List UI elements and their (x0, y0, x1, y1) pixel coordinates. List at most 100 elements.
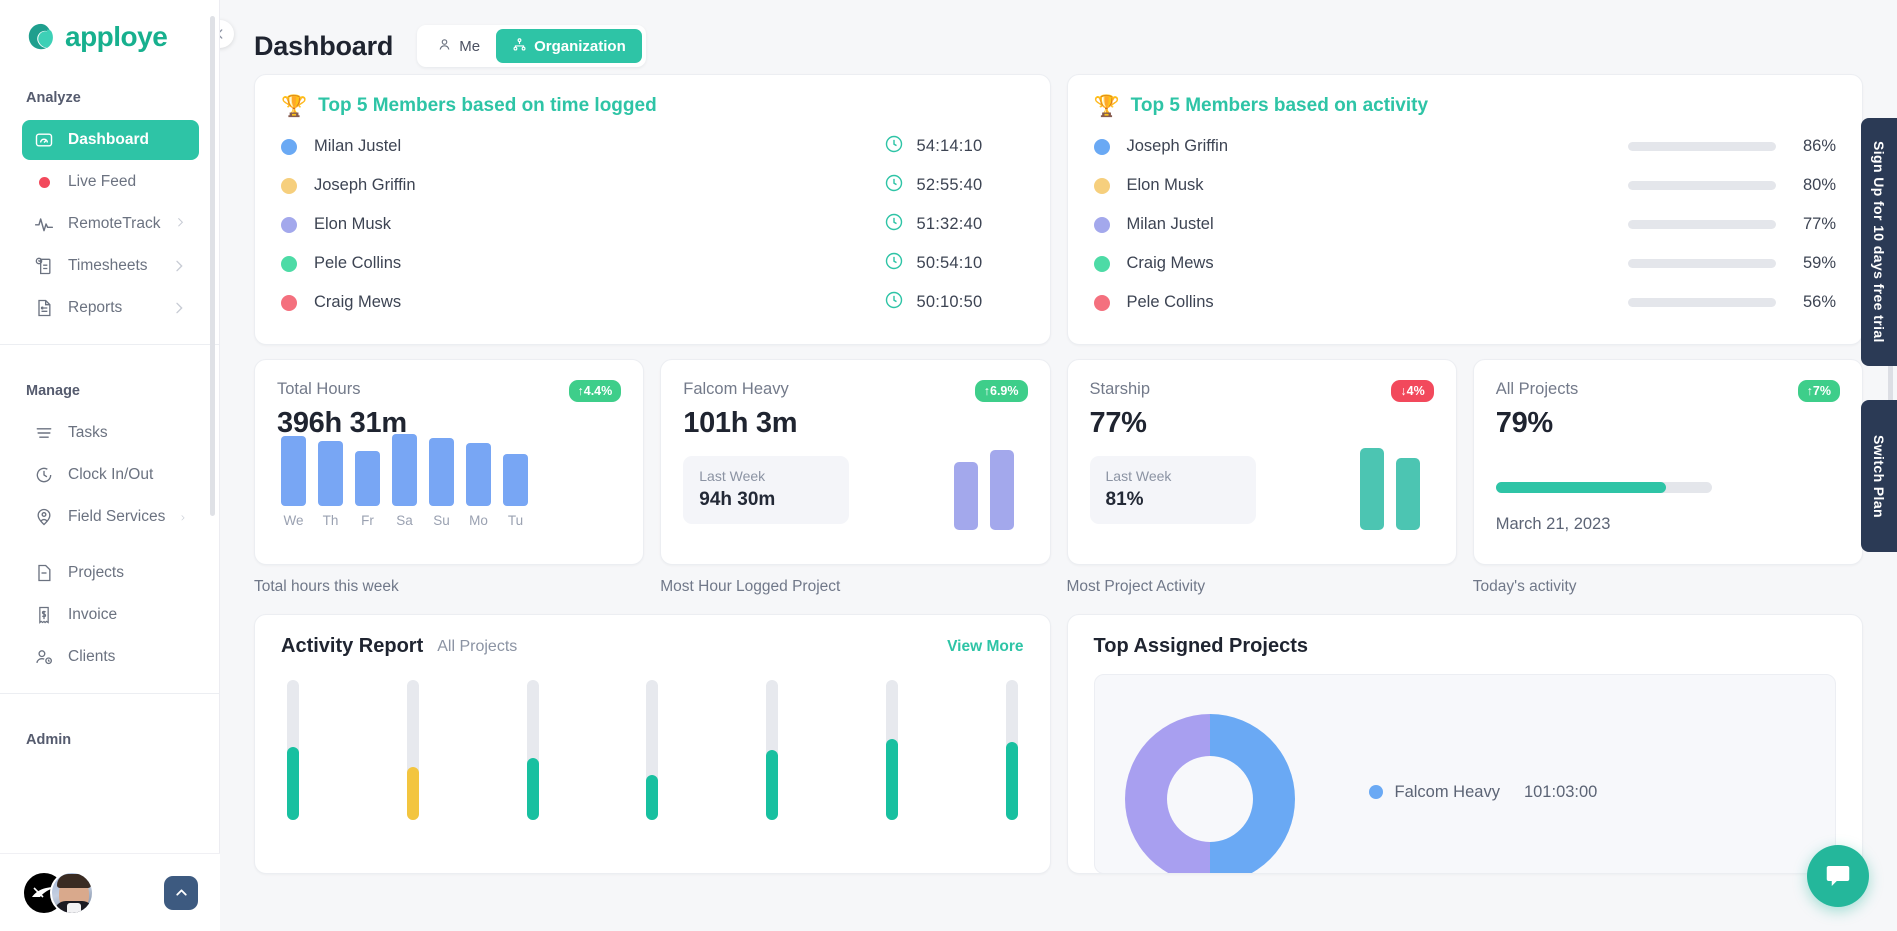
member-time-value: 54:14:10 (916, 137, 983, 155)
report-doc-icon (34, 298, 54, 318)
clients-person-icon (34, 647, 54, 667)
sidebar-item-reports[interactable]: Reports (22, 288, 199, 328)
activity-bar: 77% (1628, 215, 1836, 234)
activity-percent: 77% (1802, 215, 1836, 233)
list-item[interactable]: Elon Musk 51:32:40 (281, 205, 1024, 244)
card-header: All Projects ↑7% (1496, 380, 1840, 402)
legend-item: Falcom Heavy 101:03:00 (1368, 782, 1598, 802)
sidebar-item-clock-in-out[interactable]: Clock In/Out (22, 455, 199, 495)
sidebar-item-label: Live Feed (68, 173, 137, 190)
list-item[interactable]: Craig Mews 50:10:50 (281, 283, 1024, 322)
sidebar-item-live-feed[interactable]: Live Feed (22, 162, 199, 202)
brand-logo[interactable]: apploye (0, 0, 219, 52)
status-badge: ↑4.4% (568, 380, 622, 402)
donut-chart-container: Falcom Heavy 101:03:00 (1093, 674, 1836, 873)
free-trial-tab[interactable]: Sign Up for 10 days free trial (1861, 118, 1897, 366)
list-item[interactable]: Craig Mews 59% (1093, 244, 1836, 283)
list-item[interactable]: Elon Musk 80% (1093, 166, 1836, 205)
pulse-icon (34, 214, 54, 234)
sidebar-item-projects[interactable]: Projects (22, 553, 199, 593)
member-name: Milan Justel (1126, 215, 1214, 233)
tab-me[interactable]: Me (421, 29, 496, 63)
member-name: Joseph Griffin (1126, 137, 1229, 155)
card-header: Total Hours ↑4.4% (277, 380, 622, 402)
donut-hole (1166, 756, 1253, 842)
activity-percent: 59% (1802, 254, 1836, 272)
last-week-label: Last Week (1105, 468, 1172, 484)
caption-falcom-heavy: Most Hour Logged Project (660, 578, 841, 595)
card-header: Starship ↓4% (1090, 380, 1434, 402)
tasks-lines-icon (34, 423, 54, 443)
card-subtitle: All Projects (437, 637, 518, 655)
list-item[interactable]: Milan Justel 54:14:10 (281, 127, 1024, 166)
last-week-box: Last Week 81% (1089, 456, 1256, 524)
bar-column: Mo (466, 443, 491, 528)
apploye-logo-icon (26, 22, 56, 52)
bar-label: Tu (507, 513, 524, 528)
chat-support-button[interactable] (1807, 845, 1869, 907)
avatar-group[interactable] (22, 870, 94, 915)
stat-label: Falcom Heavy (683, 380, 789, 398)
tab-organization[interactable]: Organization (496, 29, 642, 63)
member-time-value: 50:10:50 (916, 293, 983, 311)
elon-musk-avatar[interactable] (50, 870, 94, 915)
bar-this-week (989, 450, 1014, 530)
sidebar-item-invoice[interactable]: Invoice (22, 595, 199, 635)
status-badge: ↑7% (1797, 380, 1840, 402)
stat-label: All Projects (1495, 380, 1579, 398)
projects-doc-icon (34, 563, 54, 583)
member-time: 50:10:50 (884, 290, 1024, 315)
member-name: Pele Collins (314, 254, 402, 272)
chevron-right-icon (174, 216, 187, 232)
activity-percent: 80% (1802, 176, 1836, 194)
card-title: Top 5 Members based on activity (1130, 95, 1429, 116)
bar-column (885, 680, 898, 820)
legend-value: 101:03:00 (1523, 782, 1598, 801)
list-item[interactable]: Joseph Griffin 52:55:40 (281, 166, 1024, 205)
bar (503, 454, 528, 506)
list-item[interactable]: Pele Collins 50:54:10 (281, 244, 1024, 283)
sidebar-scrollbar[interactable] (210, 8, 217, 678)
list-item[interactable]: Pele Collins 56% (1093, 283, 1836, 322)
member-time-value: 51:32:40 (916, 215, 983, 233)
member-time: 52:55:40 (884, 173, 1024, 198)
list-item[interactable]: Milan Justel 77% (1093, 205, 1836, 244)
chevron-up-icon[interactable] (164, 875, 198, 910)
sidebar-item-tasks[interactable]: Tasks (22, 413, 199, 453)
list-item[interactable]: Joseph Griffin 86% (1093, 127, 1836, 166)
switch-plan-tab[interactable]: Switch Plan (1861, 400, 1897, 552)
activity-percent: 86% (1802, 137, 1836, 155)
member-color-dot (281, 216, 297, 233)
sidebar-item-field-services[interactable]: Field Services (22, 497, 199, 537)
member-color-dot (1093, 138, 1110, 155)
last-week-value: 94h 30m (699, 489, 776, 510)
timesheet-clock-icon (34, 256, 54, 276)
bar-column (526, 680, 539, 820)
sidebar-item-label: Field Services (68, 508, 166, 525)
sidebar-item-remotetrack[interactable]: RemoteTrack (22, 204, 199, 244)
card-falcom-heavy: Falcom Heavy ↑6.9% 101h 3m Last Week 94h… (660, 359, 1051, 565)
sidebar-item-dashboard[interactable]: Dashboard (22, 120, 199, 160)
member-color-dot (1093, 177, 1110, 194)
member-color-dot (281, 255, 297, 272)
caption-total-hours: Total hours this week (254, 578, 399, 595)
progress-fill (1495, 482, 1667, 493)
card-header: 🏆 Top 5 Members based on time logged (281, 95, 1024, 117)
member-color-dot (281, 294, 297, 311)
bar-value (646, 775, 659, 820)
stat-value: 77% (1089, 407, 1147, 439)
clock-icon (884, 134, 904, 159)
clock-in-out-icon (34, 465, 54, 485)
trophy-icon: 🏆 (281, 94, 308, 118)
sidebar-item-clients[interactable]: Clients (22, 637, 199, 677)
bar-value (526, 758, 539, 820)
stat-label: Starship (1089, 380, 1151, 398)
view-more-link[interactable]: View More (947, 638, 1023, 656)
sidebar-scrollbar-thumb[interactable] (210, 16, 215, 516)
page-title: Dashboard (254, 30, 394, 61)
bar (318, 441, 343, 506)
invoice-receipt-icon (34, 605, 54, 625)
chevron-right-icon (179, 509, 187, 525)
person-icon (437, 37, 452, 56)
sidebar-item-timesheets[interactable]: Timesheets (22, 246, 199, 286)
